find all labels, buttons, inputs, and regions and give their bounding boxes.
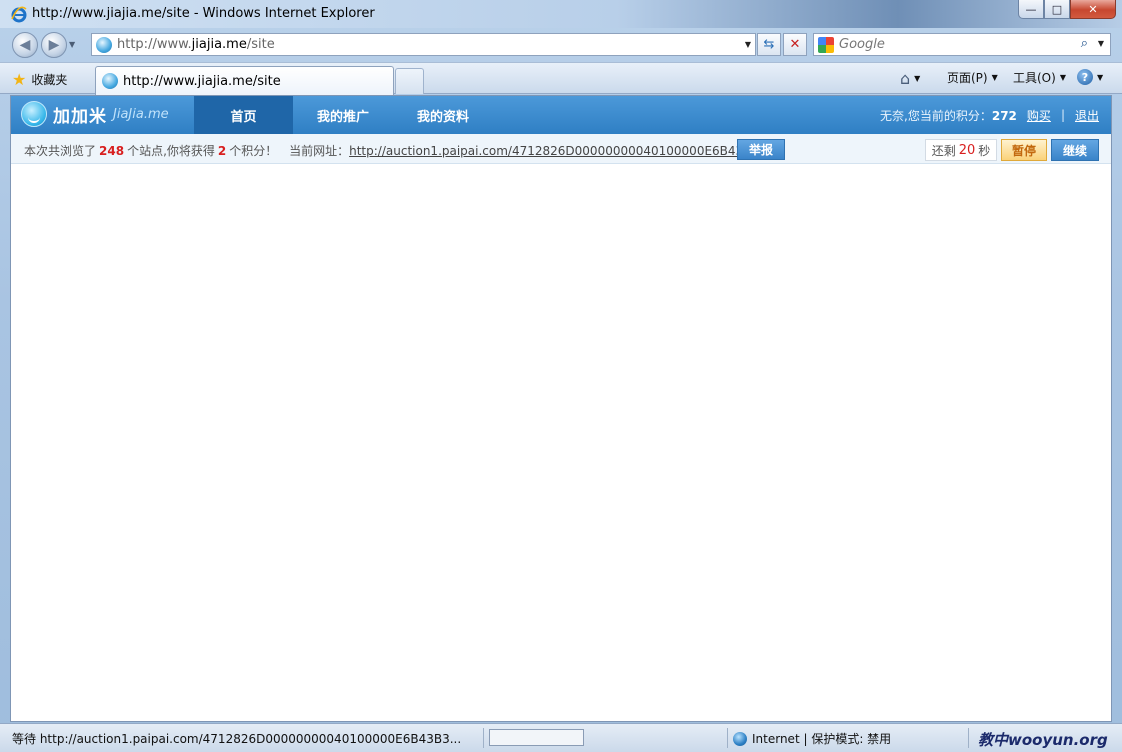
nav-home[interactable]: 首页 bbox=[194, 96, 293, 134]
greeting-text: 无奈,您当前的积分： bbox=[880, 108, 992, 123]
home-dropdown-icon[interactable]: ▼ bbox=[914, 74, 920, 83]
status-bar: 等待 http://auction1.paipai.com/4712826D00… bbox=[0, 723, 1122, 752]
home-icon: ⌂ bbox=[900, 69, 911, 88]
search-input[interactable]: Google ⌕ ▼ bbox=[813, 33, 1111, 56]
logo-text-cn: 加加米 bbox=[53, 106, 107, 127]
buy-link[interactable]: 购买 bbox=[1027, 107, 1051, 124]
back-arrow-icon: ◀ bbox=[19, 37, 31, 53]
tab-bar: ★ 收藏夹 http://www.jiajia.me/site ⌂ ▼ 页面(P… bbox=[0, 62, 1122, 95]
tools-menu[interactable]: 工具(O) ▼ bbox=[1013, 69, 1066, 86]
search-dropdown-icon[interactable]: ▼ bbox=[1098, 39, 1104, 48]
browse-summary: 本次共浏览了 248 个站点,你将获得 2 个积分！ 当前网址：http://aucti… bbox=[24, 144, 760, 158]
countdown-timer: 还剩 20 秒 bbox=[925, 139, 997, 161]
status-text: 等待 http://auction1.paipai.com/4712826D00… bbox=[12, 732, 462, 746]
tools-menu-label: 工具(O) bbox=[1013, 71, 1056, 85]
address-dropdown-icon[interactable]: ▼ bbox=[745, 40, 751, 49]
progress-bar bbox=[489, 729, 584, 746]
nav-my-profile[interactable]: 我的资料 bbox=[393, 96, 493, 134]
page-menu[interactable]: 页面(P) ▼ bbox=[947, 69, 998, 86]
address-input[interactable]: http://www.jiajia.me/site ▼ bbox=[91, 33, 756, 56]
points-value: 272 bbox=[991, 108, 1017, 123]
close-button[interactable]: ✕ bbox=[1070, 0, 1116, 19]
favorites-label: 收藏夹 bbox=[31, 72, 68, 87]
header-divider: | bbox=[1060, 108, 1065, 122]
current-url-link[interactable]: http://auction1.paipai.com/4712826D00000… bbox=[349, 144, 759, 158]
page-content: 加加米 JiaJia.me 首页 我的推广 我的资料 无奈,您当前的积分：272… bbox=[10, 95, 1112, 722]
earn-points: 2 bbox=[217, 144, 227, 158]
tab-favicon-icon bbox=[102, 73, 118, 89]
ie-logo-icon bbox=[11, 6, 27, 23]
star-icon: ★ bbox=[12, 69, 27, 89]
help-button[interactable]: ? ▼ bbox=[1077, 69, 1103, 85]
address-toolbar: ◀ ▶ ▼ http://www.jiajia.me/site ▼ ⇆ ✕ Go… bbox=[0, 28, 1122, 62]
refresh-button[interactable]: ⇆ bbox=[757, 33, 781, 56]
address-url[interactable]: http://www.jiajia.me/site bbox=[117, 37, 275, 52]
status-divider bbox=[727, 728, 728, 748]
globe-icon bbox=[733, 731, 747, 746]
google-icon bbox=[818, 36, 834, 53]
history-dropdown-icon[interactable]: ▼ bbox=[69, 40, 75, 49]
browse-info-bar: 本次共浏览了 248 个站点,你将获得 2 个积分！ 当前网址：http://aucti… bbox=[11, 134, 1111, 164]
zone-text: Internet | 保护模式: 禁用 bbox=[752, 732, 892, 746]
refresh-icon: ⇆ bbox=[763, 37, 775, 52]
site-logo[interactable]: 加加米 JiaJia.me bbox=[21, 101, 169, 127]
logout-link[interactable]: 退出 bbox=[1075, 107, 1099, 124]
page-menu-label: 页面(P) bbox=[947, 71, 988, 85]
watermark: 教中wooyun.org bbox=[978, 731, 1108, 749]
maximize-button[interactable]: □ bbox=[1044, 0, 1070, 19]
forward-button[interactable]: ▶ bbox=[41, 32, 67, 58]
forward-arrow-icon: ▶ bbox=[48, 37, 60, 53]
tab-title: http://www.jiajia.me/site bbox=[123, 73, 281, 89]
smiley-logo-icon bbox=[21, 101, 47, 127]
stop-icon: ✕ bbox=[789, 37, 801, 52]
security-zone[interactable]: Internet | 保护模式: 禁用 bbox=[733, 730, 891, 747]
nav-my-promotion[interactable]: 我的推广 bbox=[293, 96, 393, 134]
tab-active[interactable]: http://www.jiajia.me/site bbox=[95, 66, 394, 95]
help-icon: ? bbox=[1077, 69, 1093, 85]
browsed-count: 248 bbox=[99, 144, 125, 158]
pause-button[interactable]: 暂停 bbox=[1001, 139, 1047, 161]
tools-menu-dropdown-icon: ▼ bbox=[1059, 73, 1066, 82]
search-placeholder[interactable]: Google bbox=[839, 37, 885, 52]
site-header: 加加米 JiaJia.me 首页 我的推广 我的资料 无奈,您当前的积分：272… bbox=[11, 96, 1111, 134]
countdown-seconds: 20 bbox=[958, 142, 976, 158]
title-bar: http://www.jiajia.me/site - Windows Inte… bbox=[0, 0, 1122, 28]
new-tab-button[interactable] bbox=[395, 68, 424, 94]
stop-button[interactable]: ✕ bbox=[783, 33, 807, 56]
report-button[interactable]: 举报 bbox=[737, 139, 785, 160]
window-title: http://www.jiajia.me/site - Windows Inte… bbox=[32, 6, 375, 21]
page-favicon-icon bbox=[96, 36, 112, 53]
minimize-button[interactable]: — bbox=[1018, 0, 1044, 19]
search-icon[interactable]: ⌕ bbox=[1081, 36, 1088, 51]
back-button[interactable]: ◀ bbox=[12, 32, 38, 58]
help-dropdown-icon: ▼ bbox=[1097, 72, 1104, 82]
status-divider bbox=[968, 728, 969, 748]
page-menu-dropdown-icon: ▼ bbox=[991, 73, 998, 82]
home-button[interactable]: ⌂ ▼ bbox=[900, 69, 920, 88]
logo-text-en: JiaJia.me bbox=[113, 106, 169, 122]
continue-button[interactable]: 继续 bbox=[1051, 139, 1099, 161]
favorites-button[interactable]: ★ 收藏夹 bbox=[12, 67, 67, 91]
status-divider bbox=[483, 728, 484, 748]
user-points-area: 无奈,您当前的积分：272 购买 | 退出 bbox=[880, 96, 1099, 134]
